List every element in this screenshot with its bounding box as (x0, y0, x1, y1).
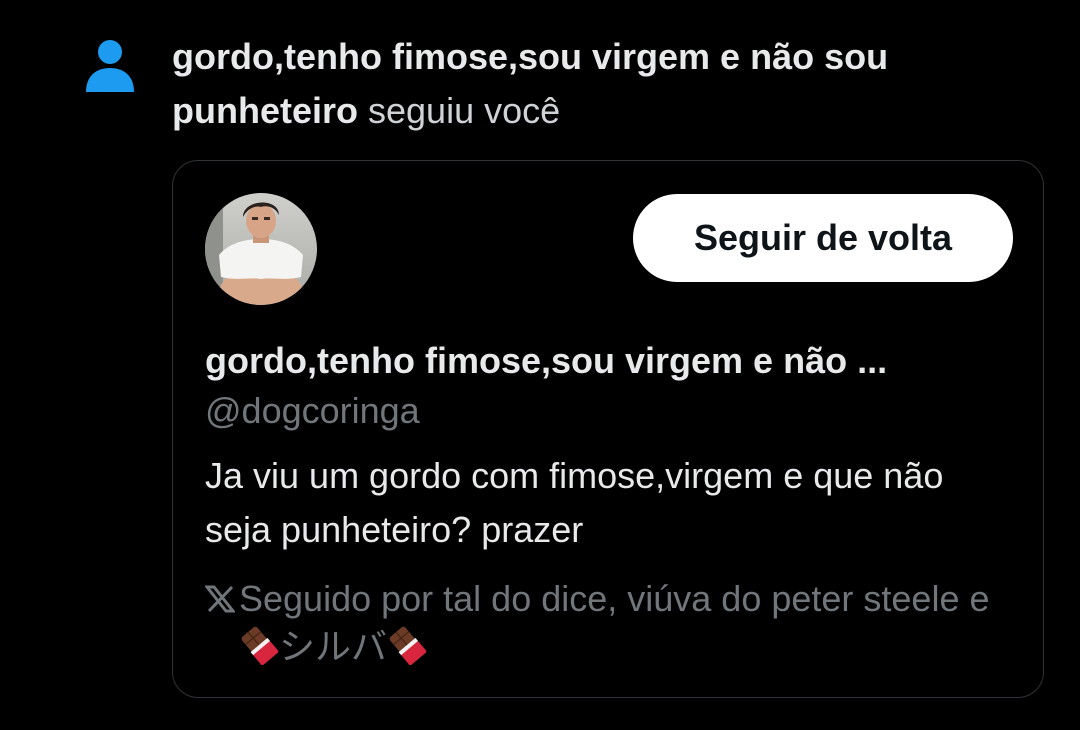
followed-by-line: Seguido por tal do dice, viúva do peter … (205, 575, 1005, 671)
user-card[interactable]: Seguir de volta gordo,tenho fimose,sou v… (172, 160, 1044, 698)
follow-back-button[interactable]: Seguir de volta (633, 194, 1013, 282)
avatar-image (205, 193, 317, 305)
x-logo-icon (205, 575, 237, 623)
chocolate-bar-icon (389, 626, 427, 665)
user-bio: Ja viu um gordo com fimose,virgem e que … (205, 455, 944, 550)
notification-headline: gordo,tenho fimose,sou virgem e não sou … (172, 30, 1032, 138)
user-handle[interactable]: @dogcoringa (205, 387, 420, 435)
follow-notification[interactable]: gordo,tenho fimose,sou virgem e não sou … (0, 0, 1080, 730)
followed-by-text: Seguido por tal do dice, viúva do peter … (237, 575, 1005, 671)
action-text: seguiu você (368, 90, 561, 131)
chocolate-bar-icon (241, 626, 279, 665)
display-name[interactable]: gordo,tenho fimose,sou virgem e não ... (205, 337, 995, 385)
highlight-name: シルバ (279, 626, 388, 667)
person-icon (86, 40, 134, 92)
followed-by-prefix: Seguido por tal do dice, viúva do peter … (239, 578, 990, 619)
profile-avatar[interactable] (205, 193, 317, 305)
